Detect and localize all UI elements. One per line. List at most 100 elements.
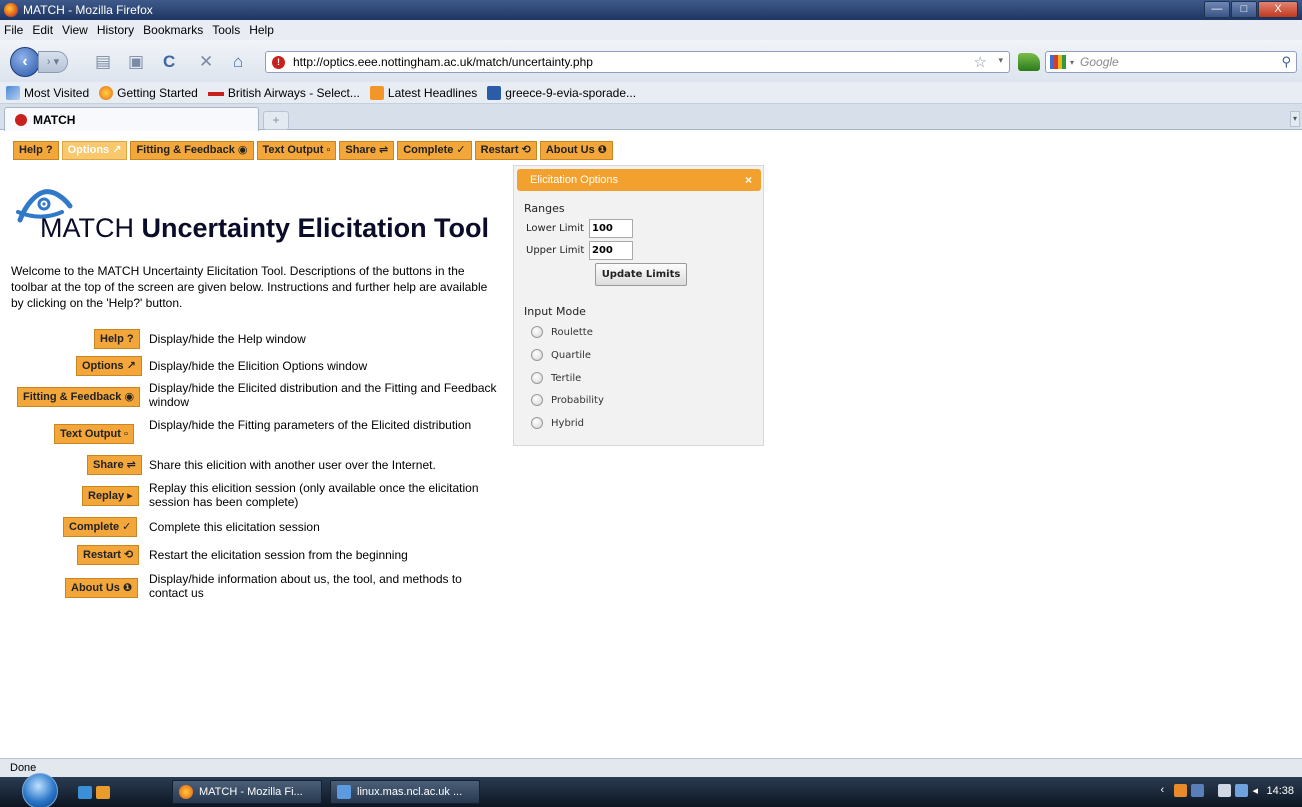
media-icon[interactable] bbox=[96, 786, 110, 799]
network-icon[interactable] bbox=[1235, 784, 1249, 797]
bookmark-label: British Airways - Select... bbox=[227, 85, 360, 100]
reload-icon[interactable]: C bbox=[163, 53, 175, 71]
menu-file[interactable]: File bbox=[4, 23, 23, 37]
about-us-button[interactable]: About Us ❶ bbox=[65, 578, 139, 598]
help-button[interactable]: Help ? bbox=[94, 329, 140, 349]
maximize-button[interactable]: □ bbox=[1231, 1, 1257, 18]
tab-match[interactable]: MATCH bbox=[4, 107, 259, 131]
options-button[interactable]: Options ↗ bbox=[61, 141, 128, 160]
ranges-label: Ranges bbox=[524, 202, 565, 215]
search-engine-icon[interactable] bbox=[1050, 55, 1066, 69]
radio-label: Hybrid bbox=[551, 417, 585, 429]
radio-probability[interactable]: Probability bbox=[531, 394, 604, 406]
paste-icon[interactable]: ▣ bbox=[128, 53, 144, 71]
bookmark-label: Most Visited bbox=[24, 85, 90, 100]
share-button[interactable]: Share ⇌ bbox=[87, 455, 142, 475]
complete-button[interactable]: Complete ✓ bbox=[397, 141, 472, 160]
chevron-down-icon[interactable]: ▾ bbox=[998, 55, 1003, 66]
menu-tools[interactable]: Tools bbox=[212, 23, 240, 37]
radio-tertile[interactable]: Tertile bbox=[531, 372, 581, 384]
intro-text: Welcome to the MATCH Uncertainty Elicita… bbox=[11, 264, 488, 310]
taskbar-item-remote[interactable]: linux.mas.ncl.ac.uk ... bbox=[330, 780, 480, 804]
restart-button[interactable]: Restart ⟲ bbox=[474, 141, 537, 160]
minimize-button[interactable]: — bbox=[1204, 1, 1230, 18]
star-icon[interactable]: ☆ bbox=[974, 53, 987, 71]
search-icon[interactable]: ⚲ bbox=[1281, 54, 1291, 70]
volume-icon[interactable]: ◂ bbox=[1252, 784, 1262, 797]
bookmark-most-visited[interactable]: Most Visited bbox=[6, 85, 90, 100]
radio-button[interactable] bbox=[531, 372, 543, 384]
tray-app-icon[interactable] bbox=[1174, 784, 1188, 797]
menu-bookmarks[interactable]: Bookmarks bbox=[143, 23, 203, 37]
site-favicon: ! bbox=[272, 55, 285, 69]
update-limits-button[interactable]: Update Limits bbox=[595, 263, 687, 286]
restart-button[interactable]: Restart ⟲ bbox=[77, 545, 140, 565]
radio-button[interactable] bbox=[531, 417, 543, 429]
help-button[interactable]: Help ? bbox=[13, 141, 59, 160]
description-text: Display/hide the Elicited distribution a… bbox=[149, 381, 497, 409]
site-icon bbox=[487, 85, 502, 100]
address-bar[interactable]: ! http://optics.eee.nottingham.ac.uk/mat… bbox=[265, 51, 1010, 73]
tray-app-icon[interactable] bbox=[1218, 784, 1232, 797]
chevron-down-icon[interactable]: ▾ bbox=[1070, 58, 1074, 67]
menu-help[interactable]: Help bbox=[249, 23, 274, 37]
stop-icon[interactable]: ✕ bbox=[199, 53, 213, 71]
tab-list-button[interactable]: ▾ bbox=[1290, 111, 1300, 127]
replay-button[interactable]: Replay ▸ bbox=[82, 486, 139, 506]
description-row: Replay ▸ Replay this elicition session (… bbox=[0, 481, 520, 509]
radio-button[interactable] bbox=[531, 394, 543, 406]
bookmark-british-airways[interactable]: British Airways - Select... bbox=[207, 85, 360, 100]
search-bar[interactable]: ▾ Google ⚲ bbox=[1045, 51, 1297, 73]
start-button[interactable] bbox=[22, 773, 58, 807]
text-output-button[interactable]: Text Output ▫ bbox=[256, 141, 337, 160]
forward-arrow-icon[interactable]: › ▾ bbox=[38, 51, 68, 73]
radio-button[interactable] bbox=[531, 326, 543, 338]
home-icon[interactable]: ⌂ bbox=[233, 53, 243, 71]
tray-app-icon[interactable] bbox=[1191, 784, 1205, 797]
new-tab-button[interactable]: + bbox=[263, 111, 289, 130]
show-desktop-icon[interactable] bbox=[78, 786, 92, 799]
description-text: Share this elicition with another user o… bbox=[149, 458, 436, 472]
clock[interactable]: 14:38 bbox=[1266, 785, 1294, 797]
menu-view[interactable]: View bbox=[62, 23, 88, 37]
bookmark-latest-headlines[interactable]: Latest Headlines bbox=[369, 85, 477, 100]
radio-button[interactable] bbox=[531, 349, 543, 361]
window-title: MATCH - Mozilla Firefox bbox=[23, 3, 153, 17]
close-window-button[interactable]: X bbox=[1258, 1, 1298, 18]
back-arrow-icon[interactable]: ‹ bbox=[10, 47, 40, 77]
page-title: MATCH Uncertainty Elicitation Tool bbox=[40, 213, 489, 244]
radio-hybrid[interactable]: Hybrid bbox=[531, 417, 584, 429]
chevron-left-icon[interactable]: ‹ bbox=[1160, 784, 1170, 797]
panel-header[interactable]: Elicitation Options × bbox=[517, 169, 761, 191]
complete-button[interactable]: Complete ✓ bbox=[63, 517, 138, 537]
description-row: Options ↗ Display/hide the Elicition Opt… bbox=[0, 356, 520, 378]
radio-roulette[interactable]: Roulette bbox=[531, 326, 593, 338]
text-output-button[interactable]: Text Output ▫ bbox=[54, 424, 134, 444]
description-row: Fitting & Feedback ◉ Display/hide the El… bbox=[0, 381, 520, 409]
bookmark-greece[interactable]: greece-9-evia-sporade... bbox=[487, 85, 636, 100]
elicitation-options-panel: Elicitation Options × Ranges Lower Limit… bbox=[513, 165, 764, 446]
options-button[interactable]: Options ↗ bbox=[76, 356, 142, 376]
bookmark-getting-started[interactable]: Getting Started bbox=[99, 85, 198, 100]
radio-quartile[interactable]: Quartile bbox=[531, 349, 591, 361]
copy-icon[interactable]: ▤ bbox=[95, 53, 111, 71]
bookmarks-toolbar: Most Visited Getting Started British Air… bbox=[0, 82, 1302, 104]
description-row: Share ⇌ Share this elicition with anothe… bbox=[0, 455, 520, 477]
upper-limit-input[interactable] bbox=[589, 241, 633, 260]
description-row: Help ? Display/hide the Help window bbox=[0, 329, 520, 351]
description-row: Text Output ▫ Display/hide the Fitting p… bbox=[0, 418, 520, 446]
close-icon[interactable]: × bbox=[745, 169, 752, 191]
upper-limit-label: Upper Limit bbox=[526, 245, 585, 256]
fitting-feedback-button[interactable]: Fitting & Feedback ◉ bbox=[17, 387, 141, 407]
search-input[interactable]: Google bbox=[1080, 55, 1119, 69]
about-us-button[interactable]: About Us ❶ bbox=[539, 141, 614, 160]
menu-bar: File Edit View History Bookmarks Tools H… bbox=[0, 20, 1302, 40]
address-url[interactable]: http://optics.eee.nottingham.ac.uk/match… bbox=[293, 55, 593, 69]
feed-icon[interactable] bbox=[1018, 53, 1040, 71]
fitting-feedback-button[interactable]: Fitting & Feedback ◉ bbox=[130, 141, 254, 160]
menu-edit[interactable]: Edit bbox=[32, 23, 53, 37]
share-button[interactable]: Share ⇌ bbox=[339, 141, 395, 160]
lower-limit-input[interactable] bbox=[589, 219, 633, 238]
menu-history[interactable]: History bbox=[97, 23, 134, 37]
taskbar-item-firefox[interactable]: MATCH - Mozilla Fi... bbox=[172, 780, 322, 804]
